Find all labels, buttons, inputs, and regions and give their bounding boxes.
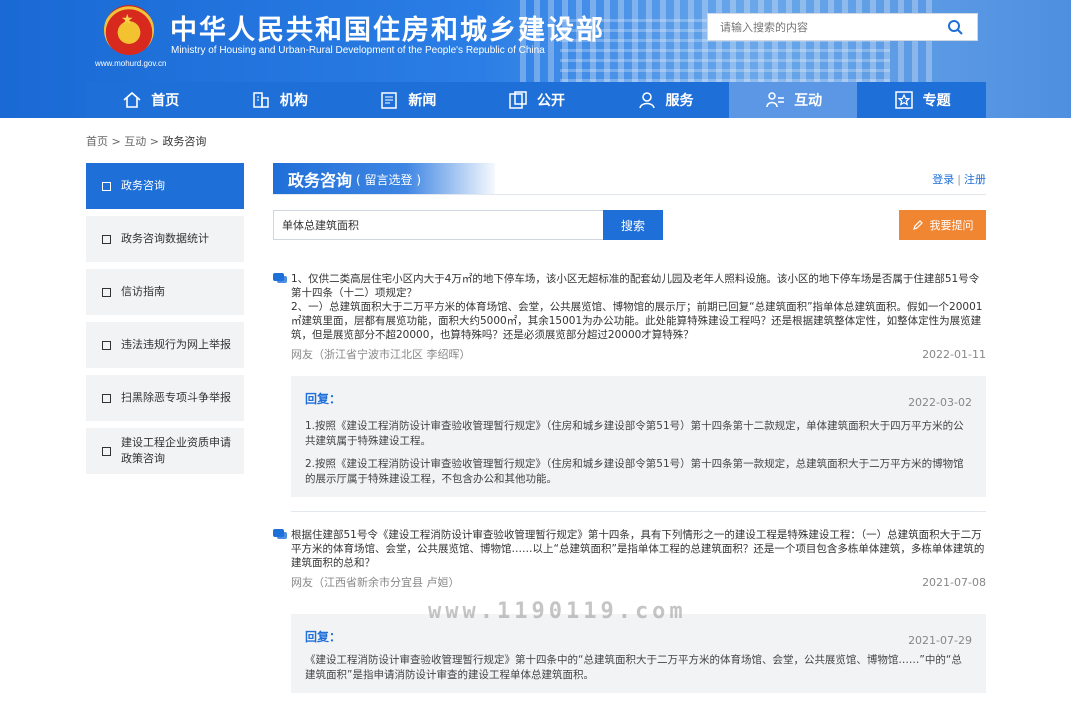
sidebar-item-label: 信访指南 xyxy=(121,285,165,298)
breadcrumb-separator: > xyxy=(149,135,159,148)
sidebar-item-consultation[interactable]: 政务咨询 xyxy=(86,163,244,209)
chat-bubble-icon xyxy=(273,273,287,283)
sidebar-item-label: 扫黑除恶专项斗争举报 xyxy=(121,391,231,404)
qa-item: 1、仅供二类高层住宅小区内大于4万㎡的地下停车场，该小区无超标准的配套幼儿园及老… xyxy=(273,272,986,512)
question-date: 2022-01-11 xyxy=(922,348,986,361)
breadcrumb-current: 政务咨询 xyxy=(162,135,207,148)
reply-text: 《建设工程消防设计审查验收管理暂行规定》第十四条中的“总建筑面积大于二万平方米的… xyxy=(305,654,962,681)
question-user: 网友（江西省新余市分宜县 卢姮） xyxy=(291,576,460,589)
consult-search-input[interactable] xyxy=(273,210,603,240)
section-title-tab: 政务咨询 ( 留言选登 ) xyxy=(273,163,495,195)
edit-icon xyxy=(102,446,111,456)
sidebar: 政务咨询 政务咨询数据统计 信访指南 违法违规行为网上举报 扫黑除恶专项斗争举报… xyxy=(86,163,244,481)
register-link[interactable]: 注册 xyxy=(964,173,986,186)
reply-label: 回复： xyxy=(305,630,342,644)
login-link[interactable]: 登录 xyxy=(932,173,954,186)
pencil-icon xyxy=(912,220,923,230)
national-emblem-logo[interactable]: ★ xyxy=(104,5,154,55)
site-search-input[interactable] xyxy=(708,14,934,40)
nav-label: 机构 xyxy=(279,93,308,109)
document-icon xyxy=(102,181,111,191)
question: 1、仅供二类高层住宅小区内大于4万㎡的地下停车场，该小区无超标准的配套幼儿园及老… xyxy=(273,272,986,362)
site-url: www.mohurd.gov.cn xyxy=(95,59,167,68)
nav-label: 公开 xyxy=(536,93,565,109)
nav-label: 互动 xyxy=(794,93,823,109)
reply-text: 2.按照《建设工程消防设计审查验收管理暂行规定》（住房和城乡建设部令第51号）第… xyxy=(305,458,964,485)
question-text: 2、一）总建筑面积大于二万平方米的体育场馆、会堂，公共展览馆、博物馆的展示厅；前… xyxy=(291,301,983,341)
question-text: 根据住建部51号令《建设工程消防设计审查验收管理暂行规定》第十四条，具有下列情形… xyxy=(291,529,985,569)
sidebar-item-report-crime[interactable]: 扫黑除恶专项斗争举报 xyxy=(86,375,244,421)
sidebar-item-label: 建设工程企业资质申请政策咨询 xyxy=(121,436,231,465)
chat-bubble-icon xyxy=(273,529,287,539)
sidebar-item-label: 政务咨询数据统计 xyxy=(121,232,209,245)
breadcrumb-separator: > xyxy=(111,135,121,148)
consult-search: 搜索 我要提问 xyxy=(273,210,986,240)
reply-text: 1.按照《建设工程消防设计审查验收管理暂行规定》（住房和城乡建设部令第51号）第… xyxy=(305,420,964,447)
monitor-icon xyxy=(102,340,111,350)
section-title-note: ( 留言选登 ) xyxy=(356,172,422,187)
section-title: 政务咨询 xyxy=(288,171,353,190)
question-meta: 网友（浙江省宁波市江北区 李绍晖） 2022-01-11 xyxy=(291,348,986,362)
eye-icon xyxy=(102,393,111,403)
chart-icon xyxy=(102,234,111,244)
question-text: 1、仅供二类高层住宅小区内大于4万㎡的地下停车场，该小区无超标准的配套幼儿园及老… xyxy=(291,273,980,299)
auth-links: 登录 | 注册 xyxy=(932,173,986,186)
sidebar-item-qualification[interactable]: 建设工程企业资质申请政策咨询 xyxy=(86,428,244,474)
breadcrumb: 首页 > 互动 > 政务咨询 xyxy=(86,133,206,149)
search-icon xyxy=(948,20,963,35)
interact-icon xyxy=(766,92,785,108)
divider xyxy=(273,194,986,195)
watermark: www.1190119.com xyxy=(428,599,687,624)
sidebar-item-label: 政务咨询 xyxy=(121,179,165,192)
reply-date: 2021-07-29 xyxy=(908,634,972,647)
ask-question-button[interactable]: 我要提问 xyxy=(899,210,986,240)
sidebar-item-report-violation[interactable]: 违法违规行为网上举报 xyxy=(86,322,244,368)
sidebar-item-label: 违法违规行为网上举报 xyxy=(121,338,231,351)
question-meta: 网友（江西省新余市分宜县 卢姮） 2021-07-08 xyxy=(291,576,986,590)
question-date: 2021-07-08 xyxy=(922,576,986,589)
nav-label: 首页 xyxy=(151,93,180,109)
consult-search-button[interactable]: 搜索 xyxy=(603,210,663,240)
reply-box: 回复： 2021-07-29 《建设工程消防设计审查验收管理暂行规定》第十四条中… xyxy=(291,614,986,693)
site-title[interactable]: 中华人民共和国住房和城乡建设部 xyxy=(170,8,605,47)
home-icon xyxy=(123,91,141,108)
question: 根据住建部51号令《建设工程消防设计审查验收管理暂行规定》第十四条，具有下列情形… xyxy=(273,528,986,590)
sidebar-item-statistics[interactable]: 政务咨询数据统计 xyxy=(86,216,244,262)
nav-item-organization[interactable]: 机构 xyxy=(215,82,344,118)
section-header: 政务咨询 ( 留言选登 ) 登录 | 注册 xyxy=(273,163,986,195)
ask-question-label: 我要提问 xyxy=(929,219,974,232)
nav-item-service[interactable]: 服务 xyxy=(600,82,729,118)
divider xyxy=(291,511,986,512)
nav-label: 新闻 xyxy=(408,93,437,109)
nav-item-topics[interactable]: 专题 xyxy=(857,82,986,118)
mail-icon xyxy=(102,287,111,297)
site-search-button[interactable] xyxy=(933,14,977,40)
reply-box: 回复： 2022-03-02 1.按照《建设工程消防设计审查验收管理暂行规定》（… xyxy=(291,376,986,497)
service-icon xyxy=(638,92,655,109)
site-search xyxy=(707,13,978,41)
question-user: 网友（浙江省宁波市江北区 李绍晖） xyxy=(291,348,471,361)
nav-item-interact[interactable]: 互动 xyxy=(728,82,858,118)
star-icon xyxy=(894,91,913,109)
reply-label: 回复： xyxy=(305,392,342,406)
site-subtitle: Ministry of Housing and Urban-Rural Deve… xyxy=(171,45,545,56)
building-icon xyxy=(253,92,269,108)
folder-icon xyxy=(509,91,527,109)
nav-label: 服务 xyxy=(665,93,694,109)
nav-item-public[interactable]: 公开 xyxy=(472,82,601,118)
site-header: ★ www.mohurd.gov.cn 中华人民共和国住房和城乡建设部 Mini… xyxy=(0,0,1071,118)
main-nav: 首页 机构 新闻 公开 服务 互动 专题 xyxy=(86,82,986,118)
breadcrumb-home[interactable]: 首页 xyxy=(86,135,108,148)
nav-item-news[interactable]: 新闻 xyxy=(343,82,472,118)
nav-item-home[interactable]: 首页 xyxy=(86,82,215,118)
reply-date: 2022-03-02 xyxy=(908,396,972,409)
news-icon xyxy=(381,92,398,109)
sidebar-item-petition-guide[interactable]: 信访指南 xyxy=(86,269,244,315)
nav-label: 专题 xyxy=(922,93,951,109)
breadcrumb-section[interactable]: 互动 xyxy=(124,135,146,148)
